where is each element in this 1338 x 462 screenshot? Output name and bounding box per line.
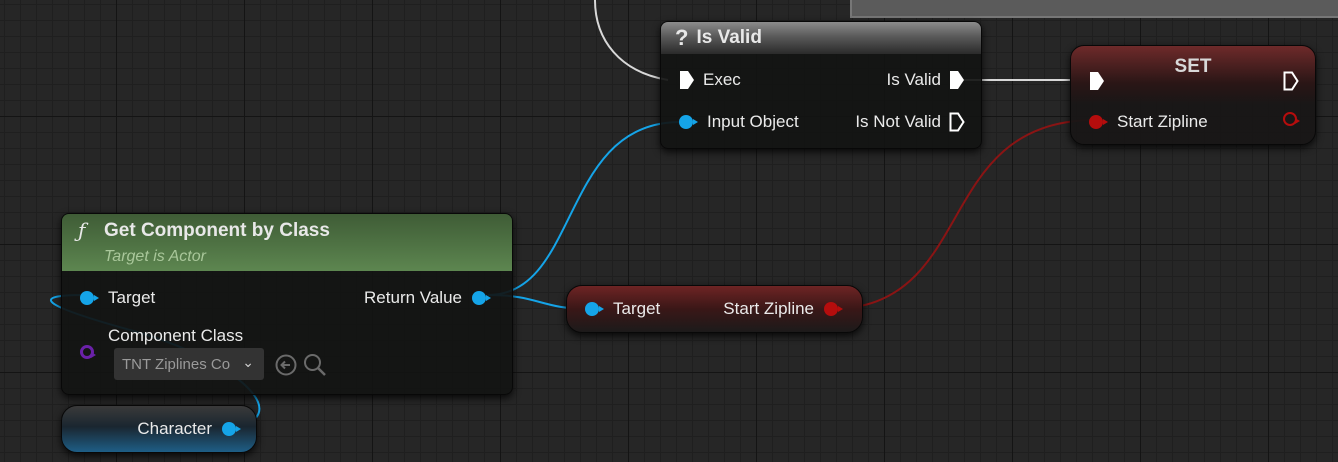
question-icon: ?	[675, 25, 689, 50]
getter-start-zipline-label: Start Zipline	[723, 299, 814, 318]
component-class-pin[interactable]: Component Class	[108, 326, 243, 346]
target-input-pin[interactable]: Target	[80, 288, 155, 308]
set-node[interactable]: SET Start Zipline	[1070, 45, 1316, 145]
exec-arrow-hollow-icon	[1283, 71, 1299, 91]
object-pin-icon[interactable]	[222, 422, 241, 436]
bool-pin-hollow-icon[interactable]	[1283, 112, 1300, 126]
is-valid-header[interactable]: ? Is Valid	[661, 22, 981, 54]
set-exec-input-pin[interactable]	[1089, 71, 1105, 91]
getter-start-zipline-output-pin[interactable]: Start Zipline	[723, 299, 843, 319]
exec-input-pin[interactable]: Exec	[679, 70, 741, 90]
is-valid-title: Is Valid	[696, 27, 762, 48]
exec-arrow-hollow-icon	[949, 112, 965, 132]
input-object-pin[interactable]: Input Object	[679, 112, 799, 132]
set-start-zipline-input-pin[interactable]: Start Zipline	[1089, 112, 1208, 132]
component-class-input-pin[interactable]	[80, 345, 96, 359]
get-component-title: Get Component by Class	[104, 220, 330, 241]
exec-arrow-icon	[680, 71, 694, 89]
set-title: SET	[1174, 56, 1212, 77]
component-class-dropdown[interactable]: TNT Ziplines Co ⌄	[114, 348, 264, 380]
character-output-pin[interactable]: Character	[137, 419, 241, 439]
object-pin-icon[interactable]	[585, 302, 604, 316]
exec-wire-in	[594, 0, 669, 81]
exec-arrow-icon	[1090, 72, 1104, 90]
character-label: Character	[137, 419, 212, 438]
is-not-valid-label: Is Not Valid	[855, 112, 941, 131]
is-not-valid-output-pin[interactable]: Is Not Valid	[855, 112, 965, 132]
set-exec-output-pin[interactable]	[1283, 71, 1299, 91]
set-start-zipline-label: Start Zipline	[1117, 112, 1208, 131]
details-panel-edge	[850, 0, 1338, 18]
is-valid-output-pin[interactable]: Is Valid	[887, 70, 966, 90]
get-component-by-class-node[interactable]: ƒ Get Component by Class Target is Actor…	[61, 213, 513, 395]
object-pin-icon[interactable]	[679, 115, 698, 129]
object-wire-return-to-input	[487, 121, 681, 296]
component-class-label: Component Class	[108, 326, 244, 345]
object-pin-icon[interactable]	[80, 291, 99, 305]
get-component-subtitle: Target is Actor	[104, 248, 206, 265]
is-valid-label: Is Valid	[886, 70, 942, 89]
is-valid-node[interactable]: ? Is Valid Exec Is Valid Input Object Is…	[660, 21, 982, 149]
get-component-header[interactable]: ƒ Get Component by Class Target is Actor	[62, 214, 512, 271]
getter-target-label: Target	[613, 299, 661, 318]
set-start-zipline-output-pin[interactable]	[1283, 112, 1300, 126]
use-selected-arrow-icon[interactable]	[274, 353, 298, 377]
chevron-down-icon: ⌄	[242, 354, 254, 370]
function-icon: ƒ	[78, 218, 86, 242]
exec-label: Exec	[703, 70, 741, 89]
return-value-label: Return Value	[364, 288, 462, 307]
bool-pin-icon[interactable]	[824, 302, 843, 316]
bool-pin-icon[interactable]	[1089, 115, 1108, 129]
return-value-output-pin[interactable]: Return Value	[364, 288, 491, 308]
component-class-value: TNT Ziplines Co	[122, 355, 231, 373]
target-label: Target	[108, 288, 156, 307]
input-object-label: Input Object	[707, 112, 799, 131]
exec-arrow-icon	[950, 71, 964, 89]
character-variable-node[interactable]: Character	[61, 405, 257, 453]
object-pin-icon[interactable]	[472, 291, 491, 305]
getter-target-input-pin[interactable]: Target	[585, 299, 660, 319]
search-icon[interactable]	[302, 352, 328, 378]
class-pin-icon[interactable]	[80, 345, 96, 359]
start-zipline-getter-node[interactable]: Target Start Zipline	[566, 285, 863, 333]
